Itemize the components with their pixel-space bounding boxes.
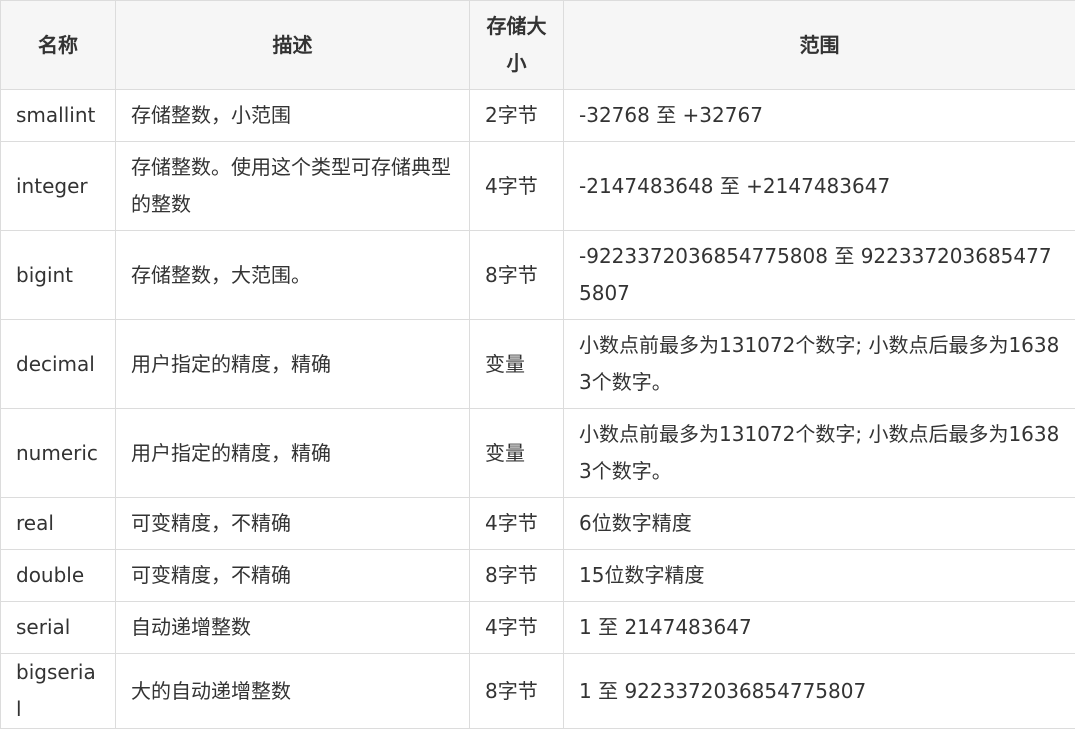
cell-size: 变量: [470, 409, 564, 498]
cell-range: 1 至 9223372036854775807: [564, 654, 1075, 729]
cell-description: 存储整数，小范围: [116, 90, 470, 142]
data-types-table: 名称 描述 存储大小 范围 smallint 存储整数，小范围 2字节 -327…: [0, 0, 1075, 729]
cell-name: smallint: [1, 90, 116, 142]
cell-description: 存储整数。使用这个类型可存储典型的整数: [116, 142, 470, 231]
cell-size: 4字节: [470, 498, 564, 550]
cell-size: 变量: [470, 320, 564, 409]
cell-description: 存储整数，大范围。: [116, 231, 470, 320]
cell-description: 用户指定的精度，精确: [116, 320, 470, 409]
table-row: decimal 用户指定的精度，精确 变量 小数点前最多为131072个数字; …: [1, 320, 1075, 409]
cell-description: 用户指定的精度，精确: [116, 409, 470, 498]
table-row: bigint 存储整数，大范围。 8字节 -922337203685477580…: [1, 231, 1075, 320]
header-storage-size: 存储大小: [470, 1, 564, 90]
cell-range: -2147483648 至 +2147483647: [564, 142, 1075, 231]
table-row: numeric 用户指定的精度，精确 变量 小数点前最多为131072个数字; …: [1, 409, 1075, 498]
cell-range: 6位数字精度: [564, 498, 1075, 550]
cell-size: 2字节: [470, 90, 564, 142]
cell-name: bigint: [1, 231, 116, 320]
table-row: double 可变精度，不精确 8字节 15位数字精度: [1, 550, 1075, 602]
cell-name: integer: [1, 142, 116, 231]
table-row: bigserial 大的自动递增整数 8字节 1 至 9223372036854…: [1, 654, 1075, 729]
cell-description: 大的自动递增整数: [116, 654, 470, 729]
table-row: smallint 存储整数，小范围 2字节 -32768 至 +32767: [1, 90, 1075, 142]
cell-description: 可变精度，不精确: [116, 550, 470, 602]
cell-name: double: [1, 550, 116, 602]
cell-description: 可变精度，不精确: [116, 498, 470, 550]
table-row: real 可变精度，不精确 4字节 6位数字精度: [1, 498, 1075, 550]
table-header-row: 名称 描述 存储大小 范围: [1, 1, 1075, 90]
cell-range: -32768 至 +32767: [564, 90, 1075, 142]
cell-name: real: [1, 498, 116, 550]
table-row: integer 存储整数。使用这个类型可存储典型的整数 4字节 -2147483…: [1, 142, 1075, 231]
cell-range: 小数点前最多为131072个数字; 小数点后最多为16383个数字。: [564, 409, 1075, 498]
cell-name: decimal: [1, 320, 116, 409]
cell-range: 小数点前最多为131072个数字; 小数点后最多为16383个数字。: [564, 320, 1075, 409]
cell-description: 自动递增整数: [116, 602, 470, 654]
cell-name: numeric: [1, 409, 116, 498]
header-range: 范围: [564, 1, 1075, 90]
cell-size: 8字节: [470, 550, 564, 602]
header-name: 名称: [1, 1, 116, 90]
cell-size: 4字节: [470, 142, 564, 231]
cell-range: 1 至 2147483647: [564, 602, 1075, 654]
cell-name: serial: [1, 602, 116, 654]
cell-size: 8字节: [470, 654, 564, 729]
cell-size: 4字节: [470, 602, 564, 654]
header-description: 描述: [116, 1, 470, 90]
cell-size: 8字节: [470, 231, 564, 320]
cell-range: -9223372036854775808 至 92233720368547758…: [564, 231, 1075, 320]
table-row: serial 自动递增整数 4字节 1 至 2147483647: [1, 602, 1075, 654]
cell-name: bigserial: [1, 654, 116, 729]
cell-range: 15位数字精度: [564, 550, 1075, 602]
